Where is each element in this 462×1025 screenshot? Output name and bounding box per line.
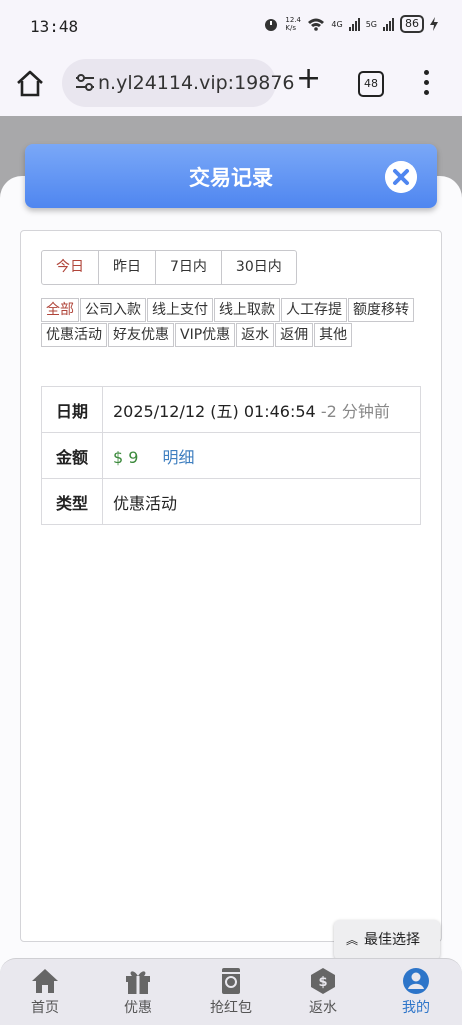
filter-manual[interactable]: 人工存提 bbox=[281, 298, 347, 322]
wifi-icon bbox=[308, 18, 325, 31]
nav-promo-label: 优惠 bbox=[124, 1000, 152, 1016]
filter-friend-bonus[interactable]: 好友优惠 bbox=[108, 323, 174, 347]
alarm-icon bbox=[265, 19, 278, 31]
red-envelope-icon bbox=[222, 968, 240, 994]
type-value: 优惠活动 bbox=[102, 478, 421, 525]
site-settings-icon[interactable] bbox=[74, 73, 96, 93]
url-text: n.yl24114.vip:19876 bbox=[98, 72, 295, 94]
records-panel: 今日 昨日 7日内 30日内 全部 公司入款 线上支付 线上取款 人工存提 额度… bbox=[20, 230, 442, 942]
table-row: 类型 优惠活动 bbox=[41, 478, 421, 525]
nav-home[interactable]: 首页 bbox=[10, 967, 80, 1017]
more-menu-icon[interactable] bbox=[424, 70, 430, 96]
nav-red-envelope-label: 抢红包 bbox=[210, 1000, 252, 1016]
date-range-tabs: 今日 昨日 7日内 30日内 bbox=[41, 250, 297, 285]
filter-online-payment[interactable]: 线上支付 bbox=[147, 298, 213, 322]
filter-all[interactable]: 全部 bbox=[41, 298, 79, 322]
nav-rebate[interactable]: $ 返水 bbox=[288, 967, 358, 1017]
network-speed: 12.4 K/s bbox=[285, 16, 301, 32]
table-row: 日期 2025/12/12 (五) 01:46:54 -2 分钟前 bbox=[41, 386, 421, 433]
tab-switcher-button[interactable]: 48 bbox=[358, 71, 384, 97]
bottom-nav: 首页 优惠 抢红包 $ 返水 我的 bbox=[0, 958, 462, 1025]
nav-mine[interactable]: 我的 bbox=[381, 967, 451, 1017]
network-5g: 5G bbox=[365, 19, 377, 29]
address-bar[interactable]: n.yl24114.vip:19876 bbox=[62, 59, 295, 107]
charging-icon bbox=[430, 17, 438, 31]
home-icon[interactable] bbox=[14, 68, 46, 100]
type-label: 类型 bbox=[41, 478, 103, 525]
status-time: 13:48 bbox=[30, 17, 79, 36]
user-icon bbox=[403, 968, 429, 994]
svg-text:$: $ bbox=[318, 975, 327, 990]
filter-online-withdraw[interactable]: 线上取款 bbox=[214, 298, 280, 322]
record-table: 日期 2025/12/12 (五) 01:46:54 -2 分钟前 金额 $ 9… bbox=[41, 386, 421, 525]
amount-label: 金额 bbox=[41, 432, 103, 479]
filter-company-deposit[interactable]: 公司入款 bbox=[80, 298, 146, 322]
filter-promotion[interactable]: 优惠活动 bbox=[41, 323, 107, 347]
best-choice-button[interactable]: ︽ 最佳选择 bbox=[334, 920, 440, 960]
filter-commission[interactable]: 返佣 bbox=[275, 323, 314, 347]
tab-30days[interactable]: 30日内 bbox=[222, 251, 296, 284]
nav-mine-label: 我的 bbox=[402, 1000, 430, 1016]
nav-promo[interactable]: 优惠 bbox=[103, 967, 173, 1017]
modal-header: 交易记录 bbox=[25, 144, 437, 208]
double-chevron-up-icon: ︽ bbox=[346, 933, 359, 947]
filter-transfer[interactable]: 额度移转 bbox=[348, 298, 414, 322]
date-label: 日期 bbox=[41, 386, 103, 433]
close-icon[interactable] bbox=[385, 161, 417, 193]
signal-icon bbox=[348, 17, 360, 31]
detail-link[interactable]: 明细 bbox=[162, 448, 194, 467]
dollar-coin-icon: $ bbox=[311, 968, 335, 994]
filter-other[interactable]: 其他 bbox=[314, 323, 353, 347]
status-bar: 13:48 12.4 K/s 4G 5G 86 bbox=[0, 0, 462, 52]
date-ago: -2 分钟前 bbox=[320, 401, 390, 421]
home-icon bbox=[32, 969, 58, 993]
new-tab-icon[interactable]: + bbox=[296, 64, 321, 94]
tab-7days[interactable]: 7日内 bbox=[156, 251, 222, 284]
page-title: 交易记录 bbox=[189, 166, 273, 190]
signal-icon-2 bbox=[383, 17, 394, 31]
nav-rebate-label: 返水 bbox=[309, 1000, 337, 1016]
nav-home-label: 首页 bbox=[31, 1000, 59, 1016]
date-cell: 2025/12/12 (五) 01:46:54 -2 分钟前 bbox=[102, 386, 421, 433]
nav-red-envelope[interactable]: 抢红包 bbox=[196, 967, 266, 1017]
tab-yesterday[interactable]: 昨日 bbox=[99, 251, 156, 284]
filter-rebate[interactable]: 返水 bbox=[236, 323, 275, 347]
gift-icon bbox=[126, 971, 150, 994]
network-4g: 4G bbox=[331, 19, 343, 29]
amount-value: $ 9 bbox=[113, 447, 139, 467]
browser-toolbar: n.yl24114.vip:19876 + 48 bbox=[0, 52, 462, 116]
battery-icon: 86 bbox=[400, 15, 424, 33]
type-filters: 全部 公司入款 线上支付 线上取款 人工存提 额度移转 优惠活动 好友优惠 VI… bbox=[41, 298, 421, 348]
amount-cell: $ 9 明细 bbox=[102, 432, 421, 479]
filter-vip-bonus[interactable]: VIP优惠 bbox=[175, 323, 236, 347]
table-row: 金额 $ 9 明细 bbox=[41, 432, 421, 479]
tab-today[interactable]: 今日 bbox=[42, 251, 99, 284]
date-value: 2025/12/12 (五) 01:46:54 bbox=[113, 401, 316, 421]
best-choice-label: 最佳选择 bbox=[364, 932, 421, 948]
status-icons: 12.4 K/s 4G 5G 86 bbox=[263, 15, 438, 33]
